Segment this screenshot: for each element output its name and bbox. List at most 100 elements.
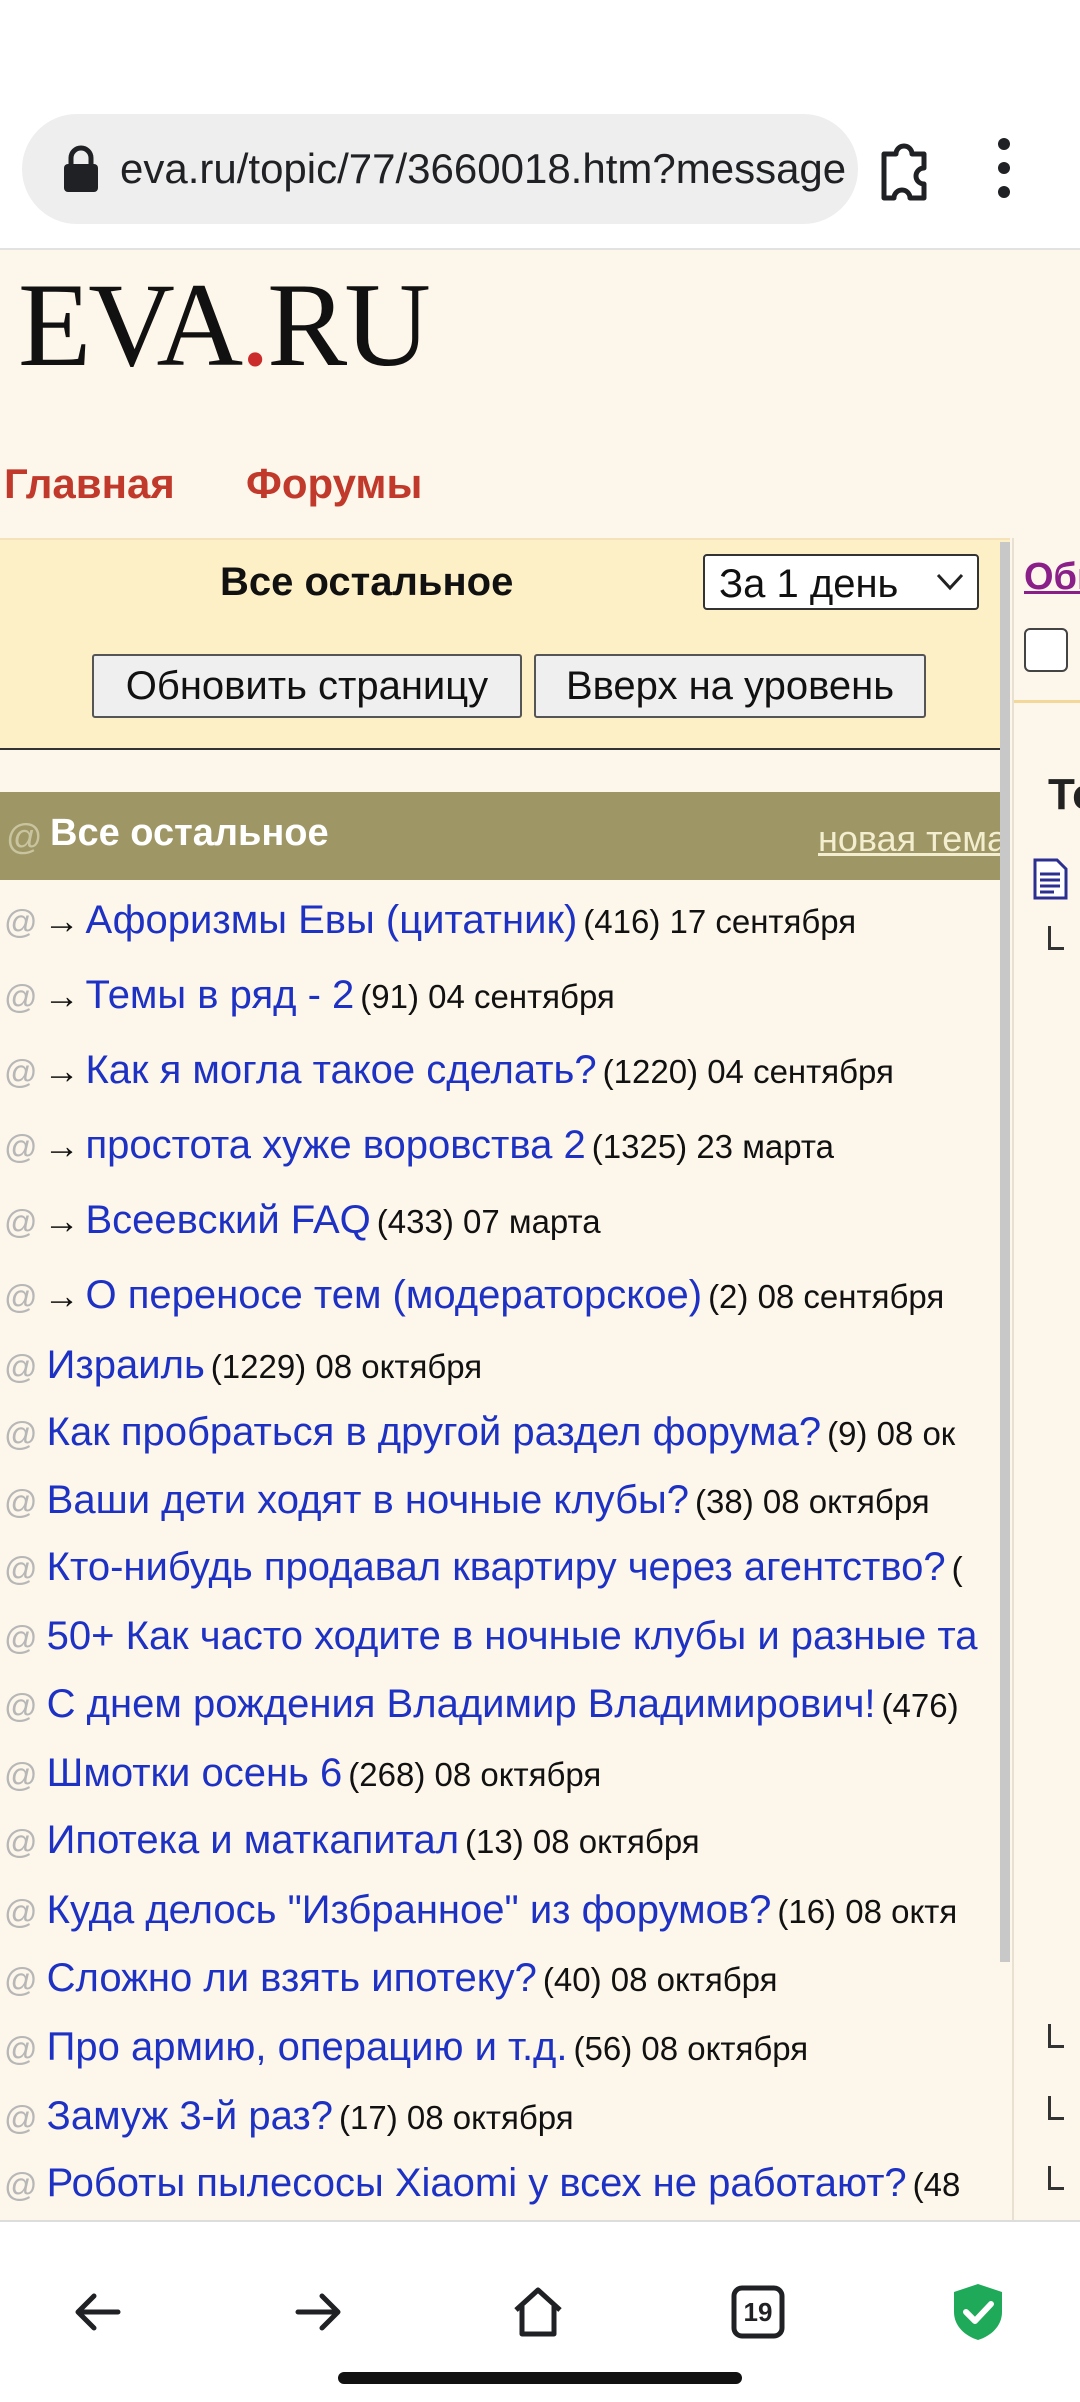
topic-link[interactable]: Всеевский FAQ (86, 1198, 371, 1242)
url-text[interactable]: eva.ru/topic/77/3660018.htm?message (120, 139, 848, 199)
right-column-checkbox[interactable] (1024, 628, 1068, 672)
sticky-arrow-icon: → (43, 1050, 80, 1091)
chevron-down-icon (936, 573, 964, 591)
topic-link[interactable]: Ипотека и маткапитал (47, 1818, 459, 1862)
right-column-link[interactable]: Общ (1024, 556, 1080, 599)
topic-row: @ Ипотека и маткапитал (13) 08 октября (0, 1810, 1010, 1870)
topic-meta: (476) (881, 1687, 959, 1724)
topic-link[interactable]: Ваши дети ходят в ночные клубы? (47, 1478, 689, 1522)
period-select[interactable]: За 1 день (703, 554, 979, 610)
address-bar[interactable]: eva.ru/topic/77/3660018.htm?message (22, 114, 858, 224)
topic-row: @ 50+ Как часто ходите в ночные клубы и … (0, 1606, 1010, 1666)
more-vert-icon[interactable] (980, 128, 1028, 208)
at-icon: @ (4, 2166, 38, 2203)
topic-link[interactable]: Израиль (47, 1343, 205, 1387)
at-icon: @ (4, 1893, 38, 1930)
browser-bottom-bar: 19 (0, 2220, 1080, 2402)
gesture-handle[interactable] (338, 2372, 742, 2384)
topic-meta: (16) 08 октя (777, 1893, 958, 1930)
topic-link[interactable]: О переносе тем (модераторское) (86, 1273, 703, 1317)
topic-link[interactable]: Темы в ряд - 2 (86, 973, 355, 1017)
sticky-arrow-icon: → (43, 1125, 80, 1166)
topic-row: @ Куда делось "Избранное" из форумов? (16… (0, 1880, 1010, 1940)
topic-meta: (1325) 23 марта (591, 1128, 834, 1165)
topic-meta: (17) 08 октября (339, 2099, 574, 2136)
topic-link[interactable]: Шмотки осень 6 (47, 1751, 343, 1795)
at-icon: @ (4, 1415, 38, 1452)
topic-link[interactable]: Афоризмы Евы (цитатник) (86, 898, 578, 942)
topic-link[interactable]: Куда делось "Избранное" из форумов? (47, 1888, 772, 1932)
topic-link[interactable]: Как я могла такое сделать? (86, 1048, 597, 1092)
topic-meta: (433) 07 марта (376, 1203, 601, 1240)
at-icon: @ (4, 903, 38, 940)
nav-link-forums[interactable]: Форумы (246, 460, 422, 508)
topic-link[interactable]: простота хуже воровства 2 (86, 1123, 586, 1167)
at-icon: @ (4, 1053, 38, 1090)
site-logo[interactable]: EVA.RU (18, 265, 431, 385)
home-icon[interactable] (506, 2280, 570, 2344)
at-icon: @ (4, 1961, 38, 1998)
tree-branch (1048, 2166, 1064, 2190)
right-column-heading: То (1048, 770, 1080, 819)
topic-meta: (1229) 08 октября (210, 1348, 483, 1385)
topic-row: @ → Как я могла такое сделать? (1220) 04 се… (0, 1040, 1010, 1100)
topic-link[interactable]: Про армию, операцию и т.д. (47, 2025, 568, 2069)
topic-row: @ → Темы в ряд - 2 (91) 04 сентября (0, 965, 1010, 1025)
back-arrow-icon[interactable] (66, 2280, 130, 2344)
status-bar (0, 0, 1080, 100)
topic-row: @ Как пробраться в другой раздел форума?… (0, 1402, 1010, 1462)
tabs-icon[interactable]: 19 (726, 2280, 790, 2344)
topic-link[interactable]: 50+ Как часто ходите в ночные клубы и ра… (47, 1614, 978, 1658)
topic-meta: (40) 08 октября (542, 1961, 778, 1998)
topic-meta: (1220) 04 сентября (602, 1053, 894, 1090)
document-icon[interactable] (1032, 858, 1068, 900)
topic-row: @ Про армию, операцию и т.д. (56) 08 октя… (0, 2017, 1010, 2077)
tree-branch (1048, 2096, 1064, 2120)
topic-link[interactable]: Сложно ли взять ипотеку? (47, 1956, 537, 2000)
topic-meta: ( (951, 1550, 963, 1587)
at-icon: @ (4, 2030, 38, 2067)
nav-link-home[interactable]: Главная (4, 460, 175, 508)
topic-row: @ Израиль (1229) 08 октября (0, 1335, 1010, 1395)
period-select-value: За 1 день (719, 562, 899, 606)
topic-row: @ Сложно ли взять ипотеку? (40) 08 октябр… (0, 1948, 1010, 2008)
topic-meta: (56) 08 октября (573, 2030, 809, 2067)
topic-link[interactable]: Роботы пылесосы Xiaomi у всех не работаю… (47, 2161, 907, 2205)
topic-link[interactable]: Кто-нибудь продавал квартиру через агент… (47, 1545, 946, 1589)
topic-row: @ Замуж 3-й раз? (17) 08 октября (0, 2086, 1010, 2146)
topic-meta: (13) 08 октября (465, 1823, 700, 1860)
topic-meta: (91) 04 сентября (360, 978, 615, 1015)
sticky-arrow-icon: → (43, 1275, 80, 1316)
extension-puzzle-icon[interactable] (870, 134, 940, 204)
topic-row: @ → простота хуже воровства 2 (1325) 23 мар… (0, 1115, 1010, 1175)
at-icon: @ (4, 1619, 38, 1656)
at-icon: @ (4, 1756, 38, 1793)
new-topic-link[interactable]: новая тема (818, 818, 1007, 860)
topic-row: @ Ваши дети ходят в ночные клубы? (38) 08… (0, 1470, 1010, 1530)
topic-link[interactable]: Замуж 3-й раз? (47, 2094, 333, 2138)
at-icon: @ (4, 1203, 38, 1240)
scrollbar[interactable] (1000, 542, 1010, 1962)
topic-meta: (2) 08 сентября (708, 1278, 945, 1315)
right-column: Общ То (1012, 538, 1080, 2220)
topic-meta: (38) 08 октября (695, 1483, 930, 1520)
at-icon: @ (4, 1550, 38, 1587)
topic-meta: (9) 08 ок (827, 1415, 956, 1452)
section-header: @ Все остальное новая тема (0, 792, 1010, 880)
section-title: Все остальное (50, 812, 329, 854)
level-up-button[interactable]: Вверх на уровень (534, 654, 926, 718)
topic-link[interactable]: С днем рождения Владимир Владимирович! (47, 1682, 876, 1726)
topic-meta: (268) 08 октября (348, 1756, 602, 1793)
topic-link[interactable]: Как пробраться в другой раздел форума? (47, 1410, 821, 1454)
topic-row: @ С днем рождения Владимир Владимирович!… (0, 1674, 1010, 1734)
tree-branch (1048, 926, 1064, 950)
shield-check-icon[interactable] (946, 2280, 1010, 2344)
topic-row: @ Кто-нибудь продавал квартиру через аге… (0, 1537, 1010, 1597)
refresh-page-button[interactable]: Обновить страницу (92, 654, 522, 718)
topic-meta: (48 (912, 2166, 961, 2203)
sticky-arrow-icon: → (43, 975, 80, 1016)
at-icon: @ (4, 1687, 38, 1724)
forward-arrow-icon[interactable] (286, 2280, 350, 2344)
topic-row: @ Шмотки осень 6 (268) 08 октября (0, 1743, 1010, 1803)
at-icon: @ (4, 978, 38, 1015)
